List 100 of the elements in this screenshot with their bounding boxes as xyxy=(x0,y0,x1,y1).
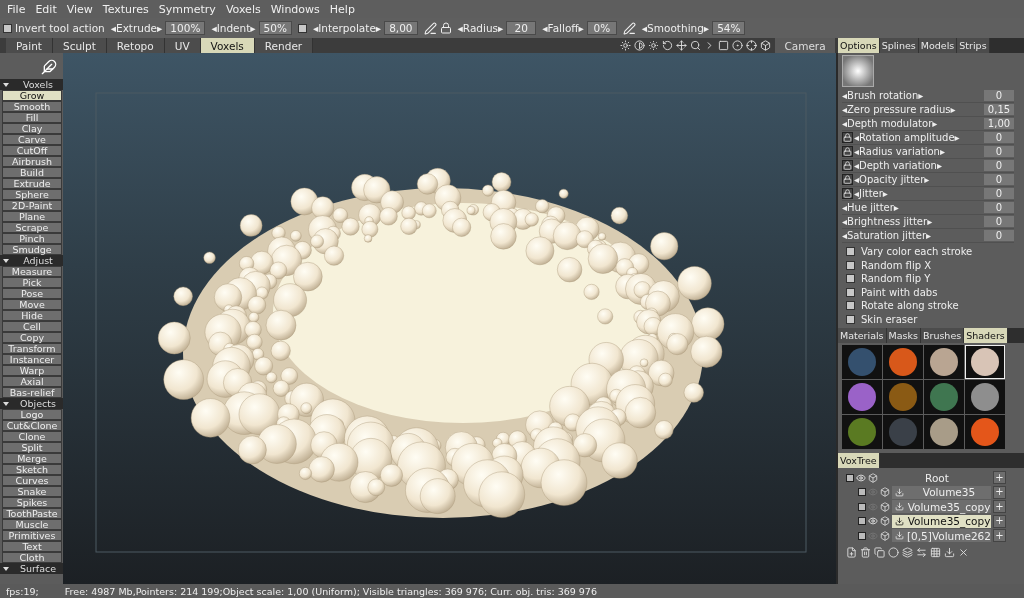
zoom-icon[interactable] xyxy=(690,40,701,51)
add-button[interactable]: + xyxy=(993,529,1006,543)
lock-icon[interactable] xyxy=(842,132,853,143)
checkbox[interactable] xyxy=(846,301,855,311)
lock-icon[interactable] xyxy=(439,22,452,34)
shader-tile[interactable] xyxy=(883,380,923,414)
copy-icon[interactable] xyxy=(874,546,885,558)
value-field[interactable]: 0 xyxy=(984,146,1014,157)
value-field[interactable]: 50% xyxy=(258,21,292,35)
section-header[interactable]: Objects xyxy=(0,398,63,409)
new-layer-icon[interactable] xyxy=(846,546,857,558)
panel-tab[interactable]: Brushes xyxy=(920,328,965,343)
value-field[interactable]: 0 xyxy=(984,188,1014,199)
value-field[interactable]: 0 xyxy=(984,202,1014,213)
checkbox[interactable] xyxy=(846,260,855,270)
value-field[interactable]: 20 xyxy=(506,21,537,35)
viewport[interactable] xyxy=(63,53,836,584)
shader-tile[interactable] xyxy=(965,345,1005,379)
value-field[interactable]: 0 xyxy=(984,160,1014,171)
panel-tab[interactable]: Models xyxy=(918,38,958,53)
value-field[interactable]: 0% xyxy=(586,21,617,35)
tool-button[interactable]: Fill xyxy=(2,112,62,123)
menu-item[interactable]: Windows xyxy=(265,2,325,16)
menu-item[interactable]: Edit xyxy=(30,2,62,16)
tool-button[interactable]: Merge xyxy=(2,453,62,464)
tool-button[interactable]: Axial xyxy=(2,376,62,387)
checkbox[interactable] xyxy=(846,287,855,297)
square-icon[interactable] xyxy=(718,40,729,51)
tool-button[interactable]: Snake xyxy=(2,486,62,497)
shader-tile[interactable] xyxy=(883,415,923,449)
checkbox[interactable] xyxy=(846,274,855,284)
add-button[interactable]: + xyxy=(993,514,1006,528)
add-button[interactable]: + xyxy=(993,485,1006,499)
value-field[interactable]: 0 xyxy=(984,174,1014,185)
import-icon[interactable] xyxy=(944,546,955,558)
tool-button[interactable]: Smooth xyxy=(2,101,62,112)
tree-item[interactable]: Volume35_copy xyxy=(892,514,991,528)
close-icon[interactable] xyxy=(958,546,969,558)
tool-button[interactable]: Build xyxy=(2,167,62,178)
shader-tile[interactable] xyxy=(965,415,1005,449)
panel-tab[interactable]: Masks xyxy=(886,328,921,343)
panel-tab[interactable]: Options xyxy=(838,38,880,53)
value-field[interactable]: 8,00 xyxy=(384,21,418,35)
room-tab[interactable]: Voxels xyxy=(200,38,255,53)
value-field[interactable]: 0 xyxy=(984,132,1014,143)
tool-button[interactable]: Spikes xyxy=(2,497,62,508)
menu-item[interactable]: Help xyxy=(324,2,360,16)
room-tab[interactable]: Paint xyxy=(6,38,53,53)
value-field[interactable]: 0 xyxy=(984,230,1014,241)
tree-item[interactable]: Volume35 xyxy=(892,485,991,499)
room-tab[interactable]: Retopo xyxy=(106,38,165,53)
sun-icon[interactable] xyxy=(620,40,631,51)
lock-icon[interactable] xyxy=(842,146,853,157)
value-field[interactable]: 0 xyxy=(984,90,1014,101)
checkbox[interactable] xyxy=(3,23,12,33)
panel-tab[interactable]: Strips xyxy=(957,38,990,53)
room-tab[interactable]: Render xyxy=(254,38,314,53)
panel-tab[interactable]: Splines xyxy=(879,38,919,53)
brush-icon[interactable] xyxy=(41,58,57,75)
value-field[interactable]: 0,15 xyxy=(984,104,1014,115)
tool-button[interactable]: Sketch xyxy=(2,464,62,475)
tool-button[interactable]: Clay xyxy=(2,123,62,134)
tool-button[interactable]: Carve xyxy=(2,134,62,145)
lock-icon[interactable] xyxy=(842,174,853,185)
tool-button[interactable]: Copy xyxy=(2,332,62,343)
tool-button[interactable]: Extrude xyxy=(2,178,62,189)
panel-tab[interactable]: Materials xyxy=(838,328,887,343)
lock-icon[interactable] xyxy=(842,188,853,199)
layers-icon[interactable] xyxy=(902,546,913,558)
circle-icon[interactable] xyxy=(732,40,743,51)
tool-button[interactable]: Plane xyxy=(2,211,62,222)
pen-icon[interactable] xyxy=(423,21,437,35)
section-header[interactable]: Voxels xyxy=(0,79,63,90)
tool-button[interactable]: Warp xyxy=(2,365,62,376)
tool-button[interactable]: Pick xyxy=(2,277,62,288)
tool-button[interactable]: CutOff xyxy=(2,145,62,156)
shader-tile[interactable] xyxy=(842,380,882,414)
shader-tile[interactable] xyxy=(924,345,964,379)
value-field[interactable]: 100% xyxy=(165,21,206,35)
tool-button[interactable]: Grow xyxy=(2,90,62,101)
value-field[interactable]: 0 xyxy=(984,216,1014,227)
camera-button[interactable]: Camera xyxy=(775,38,835,53)
checkbox[interactable] xyxy=(846,314,855,324)
tree-item[interactable]: Volume35_copy xyxy=(892,500,991,514)
cube-icon[interactable] xyxy=(760,40,771,51)
value-field[interactable]: 1,00 xyxy=(984,118,1014,129)
tool-button[interactable]: Clone xyxy=(2,431,62,442)
trash-icon[interactable] xyxy=(860,546,871,558)
panel-tab[interactable]: VoxTree xyxy=(838,453,880,468)
add-button[interactable]: + xyxy=(993,500,1006,514)
tool-button[interactable]: Scrape xyxy=(2,222,62,233)
checkbox[interactable] xyxy=(297,23,307,33)
panel-tab[interactable]: Shaders xyxy=(964,328,1008,343)
contrast-icon[interactable] xyxy=(634,40,645,51)
pen-icon[interactable] xyxy=(622,21,636,35)
tree-item[interactable]: [0,5]Volume262 xyxy=(892,529,991,543)
shader-tile[interactable] xyxy=(965,380,1005,414)
eye-icon[interactable] xyxy=(856,472,866,483)
tool-button[interactable]: Hide xyxy=(2,310,62,321)
tool-button[interactable]: Pinch xyxy=(2,233,62,244)
